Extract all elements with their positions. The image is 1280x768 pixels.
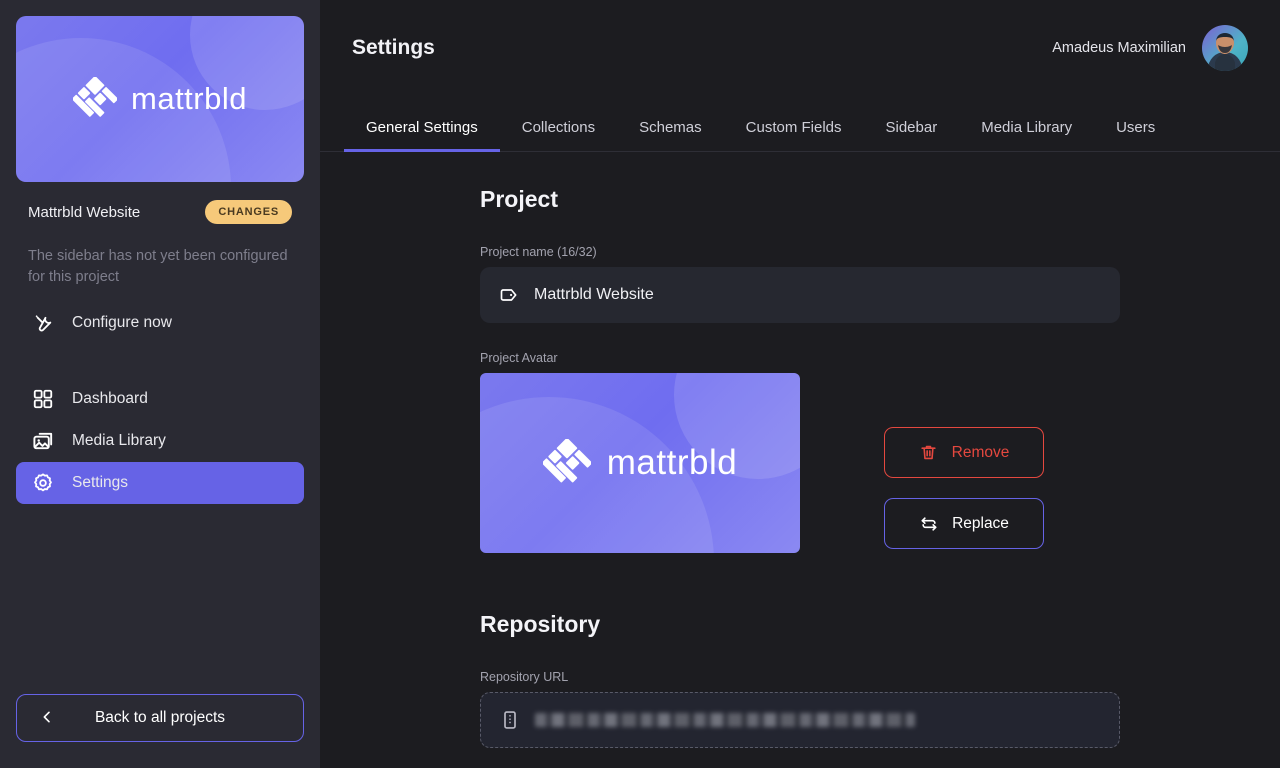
brand-wordmark: mattrbld (131, 81, 247, 117)
swap-repeat-icon (919, 514, 939, 534)
tab-collections[interactable]: Collections (500, 120, 617, 151)
project-avatar-field-group: Project Avatar (480, 351, 1120, 553)
sidebar-item-media-library[interactable]: Media Library (16, 420, 304, 462)
nav-spacer (16, 344, 304, 378)
avatar[interactable] (1202, 25, 1248, 71)
avatar-actions: Remove (884, 373, 1044, 549)
project-brand-card[interactable]: mattrbld (16, 16, 304, 182)
main-panel: Settings Amadeus Maximilian General Sett… (320, 0, 1280, 768)
server-icon (499, 709, 521, 731)
repository-url-value-redacted (535, 713, 915, 727)
mattrbld-diamond-logo-icon (543, 439, 591, 487)
sidebar-item-label: Settings (72, 474, 128, 492)
user-name-label: Amadeus Maximilian (1052, 40, 1186, 56)
project-section-heading: Project (480, 186, 1120, 213)
project-name-label: Project name (16/32) (480, 245, 1120, 259)
sidebar: mattrbld Mattrbld Website CHANGES The si… (0, 0, 320, 768)
gear-icon (30, 470, 56, 496)
repository-section-heading: Repository (480, 611, 1120, 638)
user-menu[interactable]: Amadeus Maximilian (1052, 25, 1248, 71)
tab-sidebar[interactable]: Sidebar (864, 120, 960, 151)
sidebar-item-dashboard[interactable]: Dashboard (16, 378, 304, 420)
trash-icon (919, 443, 939, 463)
project-row: Mattrbld Website CHANGES (16, 200, 304, 224)
mattrbld-diamond-logo-icon (73, 77, 117, 121)
sidebar-spacer (16, 504, 304, 694)
app-root: mattrbld Mattrbld Website CHANGES The si… (0, 0, 1280, 768)
sidebar-item-settings[interactable]: Settings (16, 462, 304, 504)
replace-button[interactable]: Replace (884, 498, 1044, 549)
grid-dashboard-icon (30, 386, 56, 412)
tab-users[interactable]: Users (1094, 120, 1177, 151)
settings-tabs: General Settings Collections Schemas Cus… (320, 96, 1280, 152)
settings-content: Project Project name (16/32) Mattrbld We… (320, 152, 1280, 768)
sidebar-nav: Configure now Dashboard (16, 302, 304, 504)
chevron-left-icon (39, 709, 55, 728)
back-to-all-projects-button[interactable]: Back to all projects (16, 694, 304, 742)
replace-button-label: Replace (952, 515, 1009, 533)
sidebar-note: The sidebar has not yet been configured … (28, 246, 292, 288)
changes-badge[interactable]: CHANGES (205, 200, 292, 224)
sidebar-item-label: Configure now (72, 314, 172, 332)
project-name-field-group: Project name (16/32) Mattrbld Website (480, 245, 1120, 323)
tab-custom-fields[interactable]: Custom Fields (724, 120, 864, 151)
sidebar-item-label: Dashboard (72, 390, 148, 408)
project-name-label: Mattrbld Website (28, 204, 140, 221)
sidebar-item-configure-now[interactable]: Configure now (16, 302, 304, 344)
remove-button[interactable]: Remove (884, 427, 1044, 478)
tab-schemas[interactable]: Schemas (617, 120, 724, 151)
repository-url-field-group: Repository URL (480, 670, 1120, 748)
project-name-input[interactable]: Mattrbld Website (480, 267, 1120, 323)
sidebar-item-label: Media Library (72, 432, 166, 450)
tag-icon (498, 284, 520, 306)
project-name-value: Mattrbld Website (534, 286, 654, 304)
tab-media-library[interactable]: Media Library (959, 120, 1094, 151)
tools-wrench-icon (30, 310, 56, 336)
repository-url-label: Repository URL (480, 670, 1120, 684)
project-avatar-preview[interactable]: mattrbld (480, 373, 800, 553)
remove-button-label: Remove (952, 444, 1010, 462)
project-avatar-label: Project Avatar (480, 351, 1120, 365)
repository-url-input[interactable] (480, 692, 1120, 748)
top-bar: Settings Amadeus Maximilian (320, 0, 1280, 96)
avatar-wordmark: mattrbld (607, 443, 737, 483)
page-title: Settings (352, 36, 435, 60)
tab-general-settings[interactable]: General Settings (344, 120, 500, 151)
images-stack-icon (30, 428, 56, 454)
back-button-label: Back to all projects (95, 709, 225, 727)
